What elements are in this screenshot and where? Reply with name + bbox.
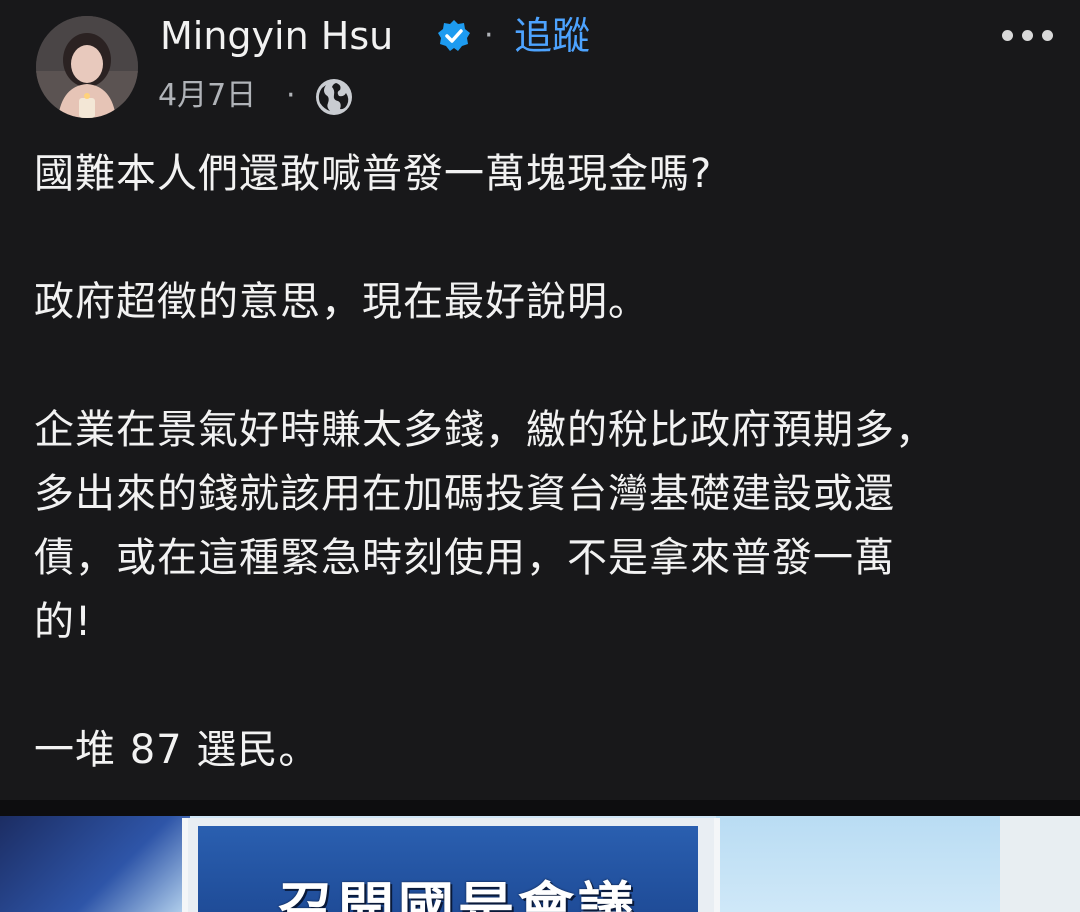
post-line: 企業在景氣好時賺太多錢，繳的稅比政府預期多， — [34, 407, 936, 453]
author-name[interactable]: Mingyin Hsu — [160, 10, 393, 62]
more-horizontal-icon — [1002, 30, 1013, 41]
image-caption: 召開國是會議 — [278, 877, 638, 912]
facebook-post: Mingyin Hsu · 追蹤 4月7日 · 國難本人們還敢喊普發一萬塊現金嗎… — [0, 0, 1080, 808]
post-line: 一堆 87 選民。 — [34, 727, 320, 773]
post-image[interactable]: 召開國是會議 — [0, 816, 1080, 912]
meta-separator: · — [286, 78, 296, 113]
post-line: 多出來的錢就該用在加碼投資台灣基礎建設或還 — [34, 471, 895, 517]
post-line: 政府超徵的意思，現在最好說明。 — [34, 279, 649, 325]
more-options-button[interactable] — [998, 20, 1058, 50]
post-timestamp[interactable]: 4月7日 — [158, 74, 256, 118]
header-separator: · — [484, 18, 494, 53]
globe-icon[interactable] — [314, 77, 354, 117]
follow-button[interactable]: 追蹤 — [514, 10, 590, 62]
image-backdrop-left — [0, 816, 190, 912]
avatar-image — [36, 16, 138, 118]
verified-badge-icon — [438, 20, 470, 51]
post-line: 債，或在這種緊急時刻使用，不是拿來普發一萬 — [34, 535, 895, 581]
image-screen: 召開國是會議 — [198, 826, 698, 912]
post-line: 國難本人們還敢喊普發一萬塊現金嗎? — [34, 151, 713, 197]
post-body: 國難本人們還敢喊普發一萬塊現金嗎? 政府超徵的意思，現在最好說明。 企業在景氣好… — [34, 142, 1044, 782]
author-avatar[interactable] — [36, 16, 138, 118]
post-line: 的! — [34, 599, 93, 645]
image-wall — [1000, 816, 1080, 912]
